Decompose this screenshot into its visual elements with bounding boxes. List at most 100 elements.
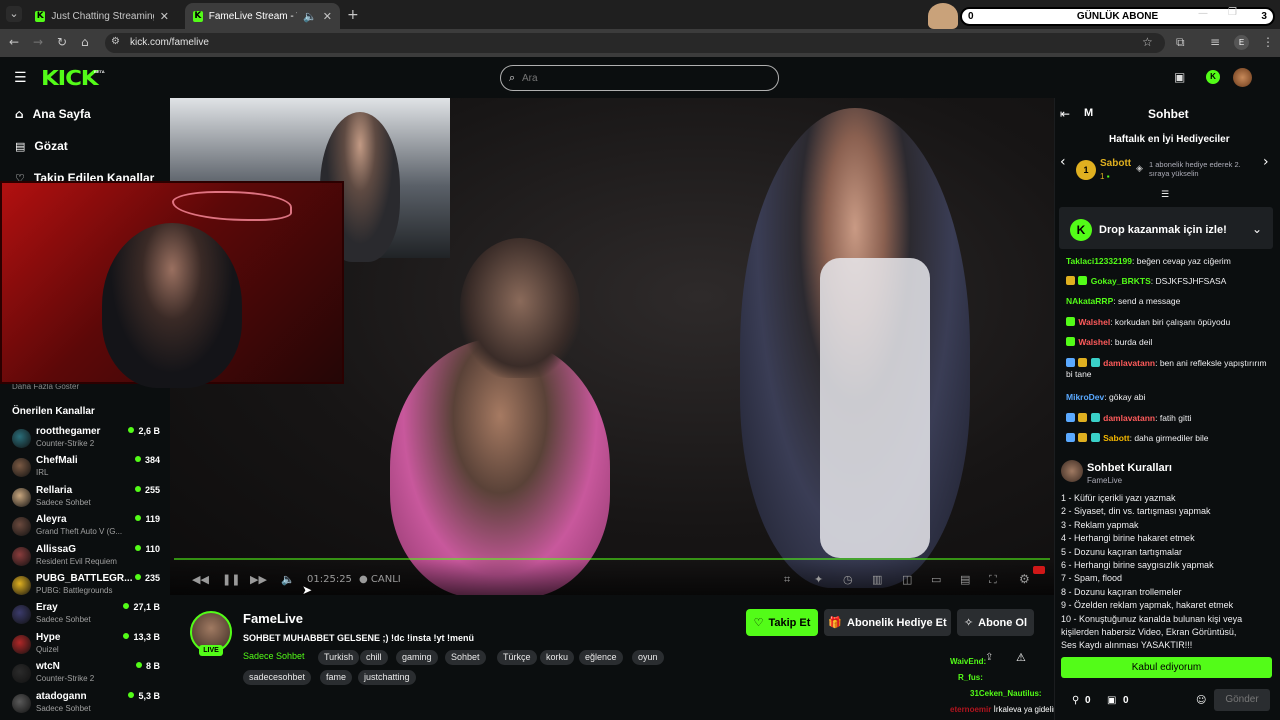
nav-browse[interactable]: ▤ Gözat [15, 139, 68, 153]
tag-chip[interactable]: korku [540, 650, 575, 665]
forward-icon[interactable]: → [33, 35, 43, 49]
channel-avatar [12, 517, 31, 537]
kick-logo[interactable]: KICK [41, 66, 99, 90]
stream-category[interactable]: Sadece Sohbet [243, 651, 305, 661]
tag-chip[interactable]: eğlence [579, 650, 623, 665]
speaker-icon[interactable]: 🔈 [303, 10, 317, 23]
pause-icon[interactable]: ❚❚ [222, 573, 240, 586]
channel-item[interactable]: atadogann Sadece Sohbet 5,3 B [10, 691, 165, 719]
channel-item[interactable]: Hype Quizel 13,3 B [10, 632, 165, 660]
channel-item[interactable]: Eray Sadece Sohbet 27,1 B [10, 602, 165, 630]
subscribe-button[interactable]: ✧ Abone Ol [957, 609, 1034, 636]
tab-search-icon[interactable]: ⌄ [6, 6, 22, 22]
reload-icon[interactable]: ↻ [57, 35, 67, 49]
volume-icon[interactable]: 🔈 [281, 573, 295, 586]
url-field[interactable] [105, 33, 1165, 53]
home-browser-icon[interactable]: ⌂ [81, 35, 89, 49]
seek-bar[interactable] [174, 558, 1050, 560]
channel-name: Hype [36, 631, 61, 643]
chat-username[interactable]: damlavatann [1103, 358, 1155, 368]
tag-chip[interactable]: gaming [396, 650, 438, 665]
tag-chip[interactable]: Sohbet [445, 650, 486, 665]
gift-box-icon[interactable]: ▣ [1107, 695, 1116, 706]
hamburger-menu-icon[interactable]: ☰ [14, 70, 27, 86]
chat-username[interactable]: NAkataRRP [1066, 296, 1113, 306]
report-warning-icon[interactable]: ⚠ [1016, 651, 1026, 664]
collapse-chat-icon[interactable]: ⇤ [1060, 107, 1070, 121]
expand-icon[interactable]: ☰ [1161, 190, 1169, 200]
send-button[interactable]: Gönder [1214, 689, 1270, 711]
gifts-count: 0 [1123, 695, 1129, 706]
media-icon[interactable]: ≡ [1210, 35, 1220, 49]
gift-box-icon[interactable]: ▣ [1174, 70, 1185, 84]
share-icon[interactable]: ⇪ [985, 652, 993, 663]
bookmark-star-icon[interactable]: ☆ [1142, 35, 1153, 49]
maximize-icon[interactable]: ❐ [1228, 7, 1237, 18]
channel-item[interactable]: ChefMali IRL 384 [10, 455, 165, 483]
timer-icon[interactable]: ◷ [843, 573, 853, 586]
kick-points-icon[interactable]: K [1206, 70, 1220, 84]
chat-username[interactable]: Taklaci12332199 [1066, 256, 1132, 266]
chat-badge-icon [1078, 413, 1088, 422]
emote-icon[interactable]: ☺ [1196, 695, 1206, 706]
nav-home[interactable]: ⌂ Ana Sayfa [15, 107, 91, 121]
extensions-icon[interactable]: ⧉ [1176, 35, 1185, 50]
channel-item[interactable]: wtcN Counter-Strike 2 8 B [10, 661, 165, 689]
tag-chip[interactable]: Turkish [318, 650, 360, 665]
pip-icon[interactable]: ◫ [902, 573, 912, 586]
fullscreen-icon[interactable]: ⛶ [989, 573, 997, 587]
menu-kebab-icon[interactable]: ⋮ [1262, 35, 1274, 49]
chevron-left-icon[interactable]: ‹ [1060, 154, 1066, 170]
back-icon[interactable]: ← [9, 35, 19, 49]
minimize-icon[interactable]: — [1198, 8, 1208, 19]
chat-mode-label[interactable]: M [1084, 107, 1093, 119]
stats-icon[interactable]: ▥ [872, 573, 882, 586]
settings-gear-icon[interactable]: ⚙ [1019, 572, 1030, 586]
tag-chip[interactable]: sadecesohbet [243, 670, 312, 685]
tag-chip[interactable]: chill [360, 650, 388, 665]
gifter-name[interactable]: Sabott [1100, 158, 1131, 169]
chevron-right-icon[interactable]: › [1263, 154, 1269, 170]
chat-username[interactable]: Gokay_BRKTS [1091, 276, 1151, 286]
channel-item[interactable]: Rellaria Sadece Sohbet 255 [10, 485, 165, 513]
tag-chip[interactable]: oyun [632, 650, 664, 665]
sparkle-icon[interactable]: ✦ [814, 573, 823, 586]
chat-username[interactable]: damlavatann [1103, 413, 1155, 423]
tag-chip[interactable]: justchatting [358, 670, 416, 685]
streamer-name[interactable]: FameLive [243, 611, 303, 626]
fast-forward-icon[interactable]: ▶▶ [250, 573, 267, 586]
captions-icon[interactable]: ▤ [960, 573, 970, 586]
search-input[interactable] [522, 70, 762, 86]
chevron-down-icon[interactable]: ⌄ [1252, 222, 1262, 236]
tag-chip[interactable]: fame [320, 670, 353, 685]
channel-item[interactable]: AllissaG Resident Evil Requiem 110 [10, 544, 165, 572]
rewind-icon[interactable]: ◀◀ [192, 573, 209, 586]
channel-item[interactable]: Aleyra Grand Theft Auto V (G... 119 [10, 514, 165, 542]
channel-item[interactable]: PUBG_BATTLEGR... PUBG: Battlegrounds 235 [10, 573, 165, 601]
profile-avatar[interactable]: E [1234, 35, 1249, 50]
chat-username[interactable]: MikroDev [1066, 392, 1104, 402]
site-info-icon[interactable]: ⚙ [111, 36, 120, 47]
tab-famelive[interactable]: K FameLive Stream - Watch Li 🔈 ✕ [185, 3, 340, 29]
channel-viewers: 13,3 B [123, 632, 160, 642]
channel-item[interactable]: rootthegamer Counter-Strike 2 2,6 B [10, 426, 165, 454]
close-icon[interactable]: ✕ [323, 10, 332, 23]
widget-count-right: 3 [1261, 11, 1267, 22]
user-avatar[interactable] [1233, 68, 1252, 87]
new-tab-icon[interactable]: + [347, 7, 359, 23]
channel-viewers: 8 B [136, 661, 160, 671]
points-icon[interactable]: ⚲ [1072, 695, 1079, 706]
tab-just-chatting[interactable]: K Just Chatting Streaming - Live S ✕ [27, 3, 177, 29]
chat-username[interactable]: Walshel [1078, 317, 1110, 327]
chat-username[interactable]: Walshel [1078, 337, 1110, 347]
tag-chip[interactable]: Türkçe [497, 650, 537, 665]
theater-icon[interactable]: ▭ [931, 573, 941, 586]
channel-avatar [12, 576, 31, 595]
follow-button[interactable]: ♡ Takip Et [746, 609, 818, 636]
clip-icon[interactable]: ⌗ [784, 573, 790, 587]
gift-sub-button[interactable]: 🎁 Abonelik Hediye Et [824, 609, 951, 636]
close-icon[interactable]: ✕ [160, 10, 169, 23]
chat-username[interactable]: Sabott [1103, 433, 1129, 443]
url-text[interactable]: kick.com/famelive [130, 37, 209, 48]
accept-rules-button[interactable]: Kabul ediyorum [1061, 657, 1272, 678]
